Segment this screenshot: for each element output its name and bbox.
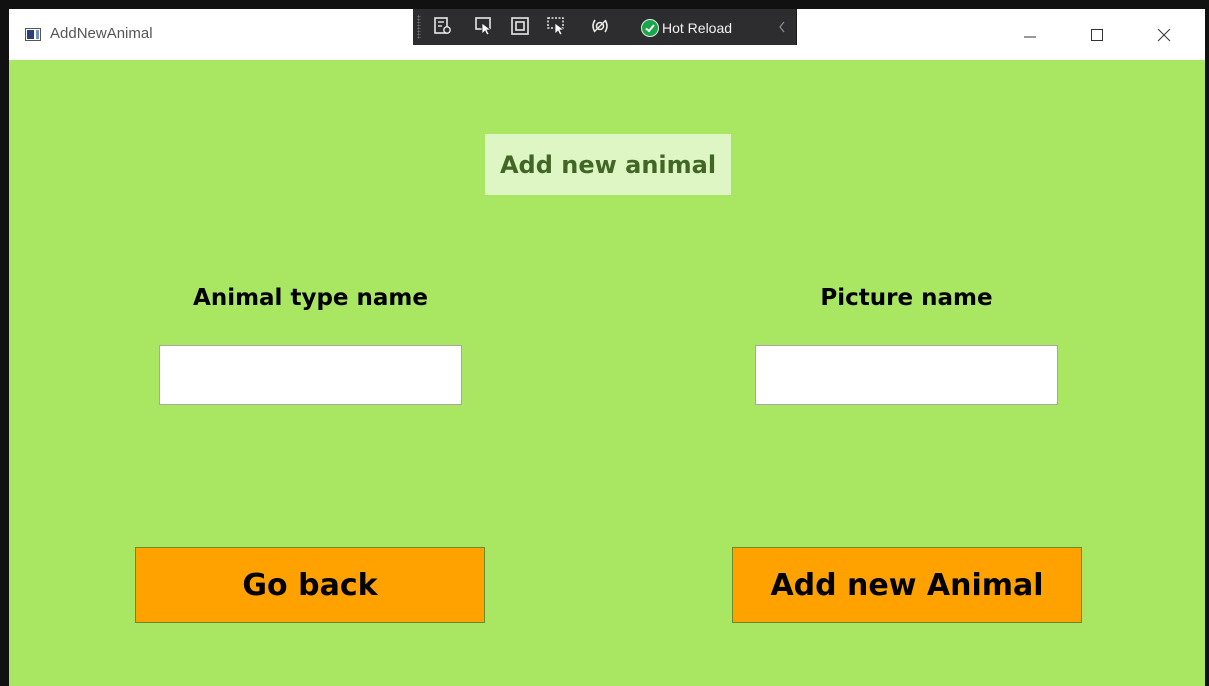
window-app-icon bbox=[25, 28, 41, 41]
track-focused-element-icon[interactable] bbox=[545, 15, 567, 37]
xaml-debug-toolbar: Hot Reload bbox=[413, 9, 797, 45]
add-new-animal-window: AddNewAnimal Hot Reload Add new animal A… bbox=[9, 9, 1205, 686]
display-layout-adorners-icon[interactable] bbox=[509, 15, 531, 37]
go-to-live-visual-tree-icon[interactable] bbox=[432, 15, 454, 37]
minimize-icon bbox=[1024, 36, 1036, 38]
maximize-button[interactable] bbox=[1084, 22, 1110, 48]
binding-failures-icon[interactable] bbox=[589, 15, 611, 37]
maximize-icon bbox=[1091, 29, 1103, 41]
hot-reload-button[interactable]: Hot Reload bbox=[641, 17, 732, 39]
go-back-button[interactable]: Go back bbox=[135, 547, 485, 623]
hot-reload-check-icon bbox=[641, 19, 659, 37]
minimize-button[interactable] bbox=[1017, 22, 1043, 48]
collapse-toolbar-chevron-icon[interactable] bbox=[777, 19, 787, 40]
close-icon bbox=[1157, 28, 1171, 42]
title-bar[interactable]: AddNewAnimal Hot Reload bbox=[9, 9, 1205, 60]
hot-reload-label: Hot Reload bbox=[662, 20, 733, 36]
add-new-animal-button[interactable]: Add new Animal bbox=[732, 547, 1082, 623]
window-title: AddNewAnimal bbox=[50, 25, 153, 42]
animal-type-name-label: Animal type name bbox=[193, 285, 428, 311]
select-element-icon[interactable] bbox=[473, 15, 495, 37]
picture-name-label: Picture name bbox=[820, 285, 993, 311]
animal-type-name-input[interactable] bbox=[159, 345, 462, 405]
toolbar-grip-icon[interactable] bbox=[417, 15, 421, 39]
picture-name-input[interactable] bbox=[755, 345, 1058, 405]
close-button[interactable] bbox=[1151, 22, 1177, 48]
page-title: Add new animal bbox=[485, 134, 731, 195]
